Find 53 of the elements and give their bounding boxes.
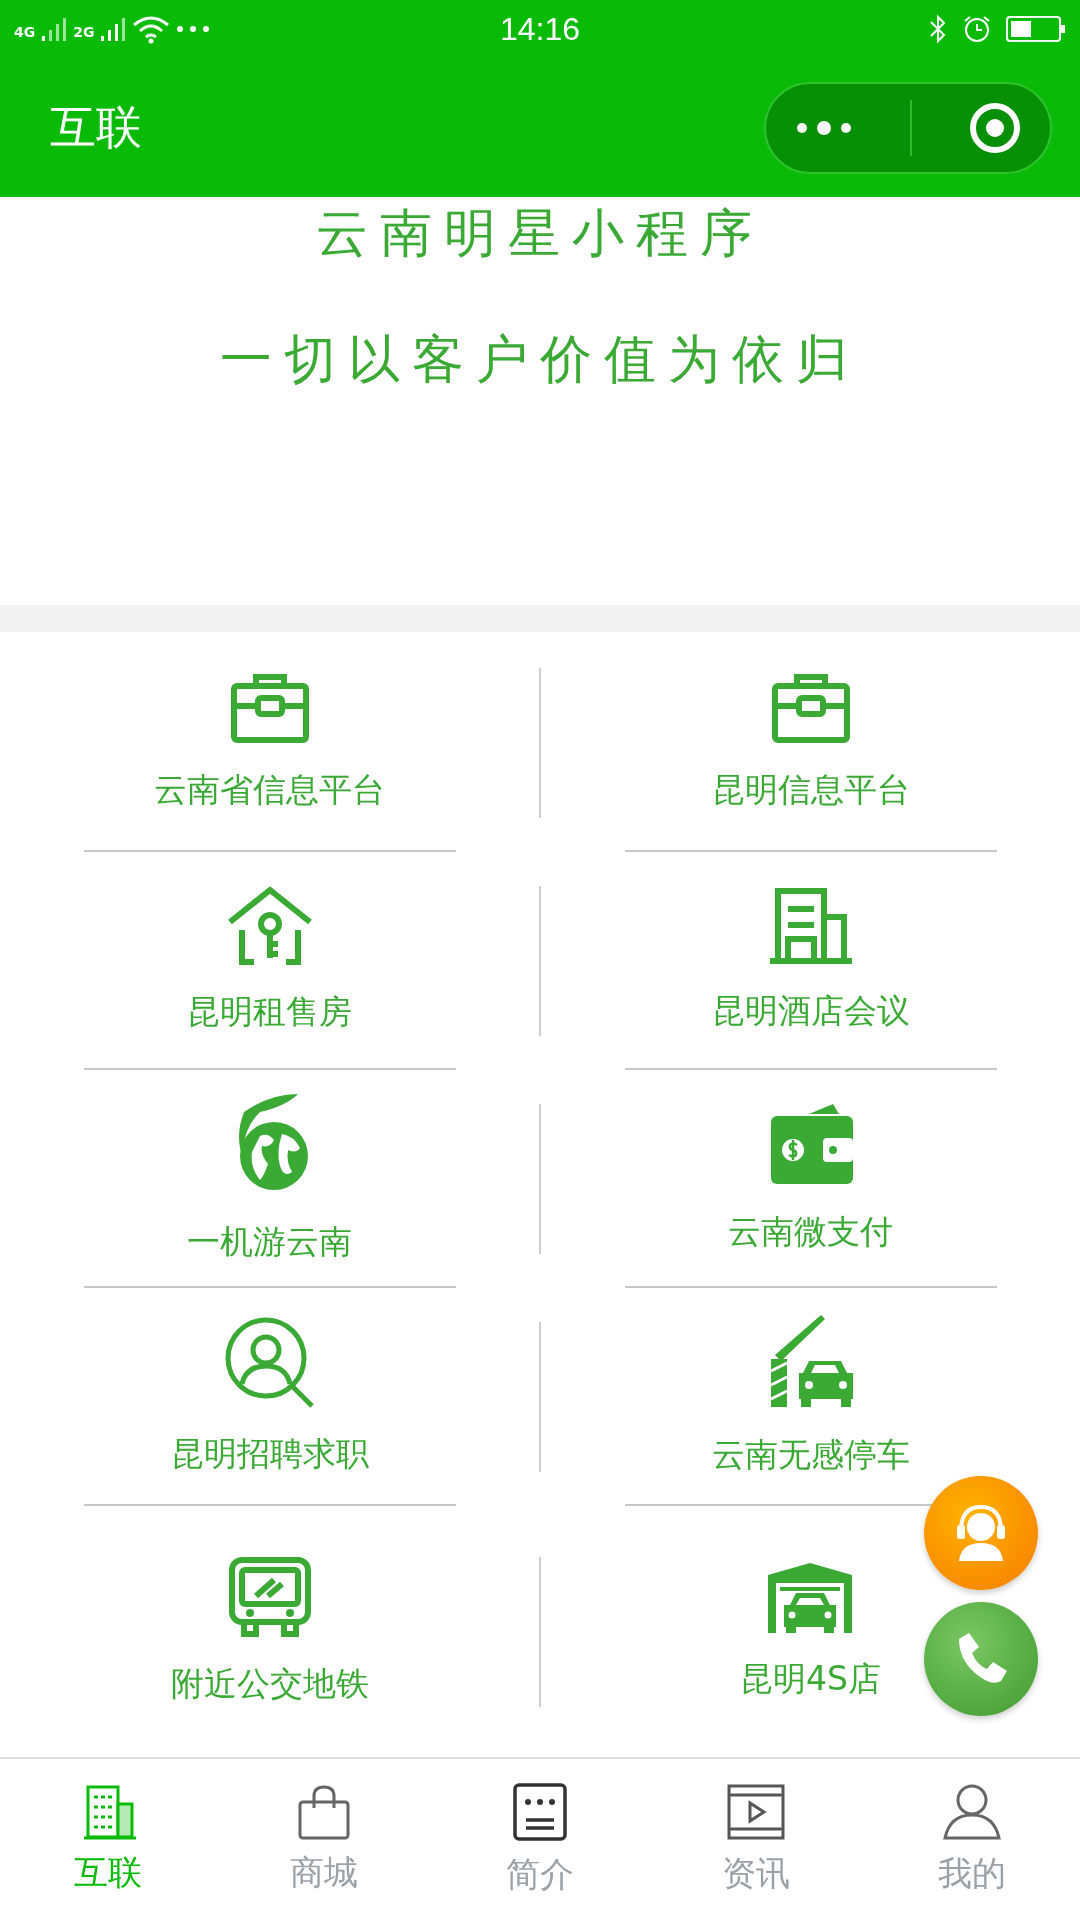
service-label: 昆明酒店会议 xyxy=(711,989,910,1032)
page-title: 互联 xyxy=(50,98,142,156)
network-label: 4G xyxy=(14,24,36,40)
service-item[interactable]: 昆明招聘求职 xyxy=(170,1315,369,1477)
document-icon xyxy=(512,1781,568,1842)
service-item[interactable]: 云南微支付 xyxy=(728,1101,893,1255)
wifi-icon xyxy=(132,14,171,44)
service-label: 附近公交地铁 xyxy=(170,1663,369,1705)
service-item[interactable]: 昆明信息平台 xyxy=(711,671,910,813)
service-label: 云南省信息平台 xyxy=(154,768,385,811)
service-label: 昆明租售房 xyxy=(187,990,352,1033)
service-item[interactable]: 昆明4S店 xyxy=(740,1561,881,1702)
clock-time: 14:16 xyxy=(499,10,581,48)
service-item[interactable]: 昆明租售房 xyxy=(187,885,352,1035)
service-label: 昆明招聘求职 xyxy=(170,1432,369,1475)
briefcase-icon xyxy=(229,671,310,744)
customer-service-button[interactable] xyxy=(924,1476,1038,1590)
service-item[interactable]: 云南省信息平台 xyxy=(154,671,385,813)
service-label: 一机游云南 xyxy=(187,1220,352,1263)
banner-slogan: 一切以客户价值为依归 xyxy=(220,328,860,391)
garage-car-icon xyxy=(766,1561,855,1633)
network-label: 2G xyxy=(73,24,95,40)
service-item[interactable]: 云南无感停车 xyxy=(711,1314,910,1478)
tab[interactable]: 简介 xyxy=(432,1759,648,1920)
service-item[interactable]: 附近公交地铁 xyxy=(170,1556,369,1707)
more-icon[interactable] xyxy=(794,119,854,136)
signal-icon xyxy=(41,16,68,42)
shopping-bag-icon xyxy=(296,1783,352,1840)
signal-icon xyxy=(100,16,127,42)
tab[interactable]: 商城 xyxy=(216,1759,432,1920)
alarm-icon xyxy=(962,14,992,44)
more-icon xyxy=(176,25,211,33)
video-icon xyxy=(726,1782,786,1841)
bluetooth-icon xyxy=(928,14,948,44)
service-label: 昆明信息平台 xyxy=(711,768,910,811)
building-icon xyxy=(767,886,854,965)
tab[interactable]: 互联 xyxy=(0,1759,216,1920)
phone-button[interactable] xyxy=(924,1602,1038,1716)
person-search-icon xyxy=(223,1315,316,1408)
banner-title: 云南明星小程序 xyxy=(316,202,764,265)
bus-icon xyxy=(227,1556,312,1638)
house-key-icon xyxy=(225,885,314,966)
service-item[interactable]: 一机游云南 xyxy=(187,1091,352,1265)
tab[interactable]: 资讯 xyxy=(648,1759,864,1920)
service-label: 云南微支付 xyxy=(728,1210,893,1253)
tab[interactable]: 我的 xyxy=(864,1759,1080,1920)
battery-icon xyxy=(1006,15,1066,43)
service-label: 昆明4S店 xyxy=(740,1658,881,1700)
wallet-icon xyxy=(768,1101,853,1186)
user-icon xyxy=(942,1782,1002,1841)
service-item[interactable]: 昆明酒店会议 xyxy=(711,886,910,1034)
service-label: 云南无感停车 xyxy=(711,1433,910,1476)
briefcase-icon xyxy=(770,671,851,744)
